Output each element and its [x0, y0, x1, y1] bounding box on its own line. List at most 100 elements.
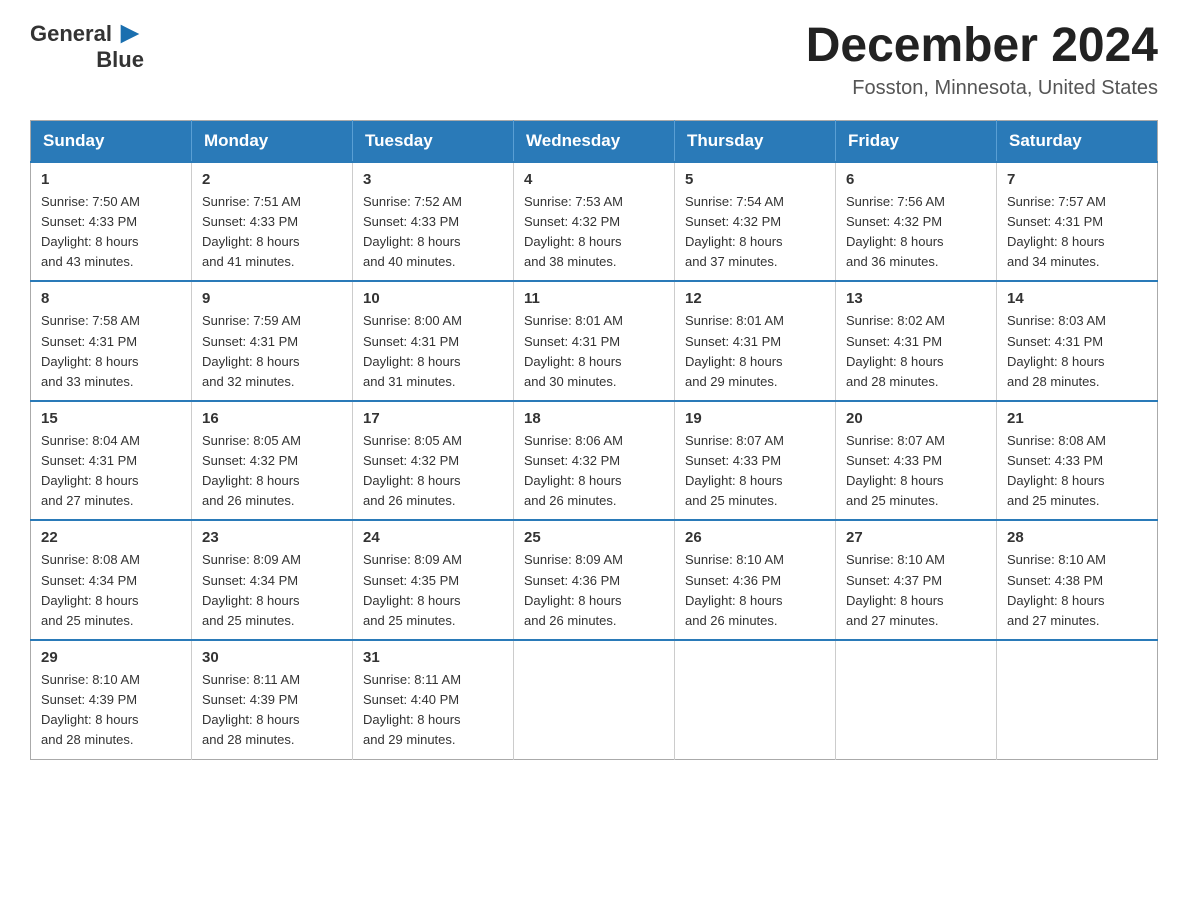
day-info: Sunrise: 7:58 AMSunset: 4:31 PMDaylight:… [41, 311, 181, 392]
day-info: Sunrise: 8:07 AMSunset: 4:33 PMDaylight:… [846, 431, 986, 512]
day-info: Sunrise: 8:06 AMSunset: 4:32 PMDaylight:… [524, 431, 664, 512]
day-info: Sunrise: 8:08 AMSunset: 4:33 PMDaylight:… [1007, 431, 1147, 512]
header-tuesday: Tuesday [353, 120, 514, 162]
day-number: 24 [363, 529, 503, 546]
day-info: Sunrise: 8:07 AMSunset: 4:33 PMDaylight:… [685, 431, 825, 512]
calendar-day-cell: 23 Sunrise: 8:09 AMSunset: 4:34 PMDaylig… [192, 520, 353, 640]
calendar-day-cell: 25 Sunrise: 8:09 AMSunset: 4:36 PMDaylig… [514, 520, 675, 640]
day-number: 11 [524, 290, 664, 307]
calendar-day-cell: 18 Sunrise: 8:06 AMSunset: 4:32 PMDaylig… [514, 401, 675, 521]
header-monday: Monday [192, 120, 353, 162]
calendar-day-cell: 26 Sunrise: 8:10 AMSunset: 4:36 PMDaylig… [675, 520, 836, 640]
day-number: 3 [363, 171, 503, 188]
calendar-day-cell: 6 Sunrise: 7:56 AMSunset: 4:32 PMDayligh… [836, 162, 997, 282]
day-info: Sunrise: 8:09 AMSunset: 4:35 PMDaylight:… [363, 550, 503, 631]
calendar-day-cell: 22 Sunrise: 8:08 AMSunset: 4:34 PMDaylig… [31, 520, 192, 640]
day-number: 14 [1007, 290, 1147, 307]
day-number: 16 [202, 410, 342, 427]
day-number: 15 [41, 410, 181, 427]
calendar-day-cell: 13 Sunrise: 8:02 AMSunset: 4:31 PMDaylig… [836, 281, 997, 401]
weekday-header-row: Sunday Monday Tuesday Wednesday Thursday… [31, 120, 1158, 162]
day-number: 27 [846, 529, 986, 546]
day-info: Sunrise: 8:04 AMSunset: 4:31 PMDaylight:… [41, 431, 181, 512]
day-info: Sunrise: 8:11 AMSunset: 4:40 PMDaylight:… [363, 670, 503, 751]
calendar-week-row: 1 Sunrise: 7:50 AMSunset: 4:33 PMDayligh… [31, 162, 1158, 282]
day-info: Sunrise: 7:59 AMSunset: 4:31 PMDaylight:… [202, 311, 342, 392]
calendar-day-cell: 29 Sunrise: 8:10 AMSunset: 4:39 PMDaylig… [31, 640, 192, 759]
day-info: Sunrise: 7:57 AMSunset: 4:31 PMDaylight:… [1007, 192, 1147, 273]
day-info: Sunrise: 8:08 AMSunset: 4:34 PMDaylight:… [41, 550, 181, 631]
day-info: Sunrise: 8:02 AMSunset: 4:31 PMDaylight:… [846, 311, 986, 392]
calendar-day-cell: 7 Sunrise: 7:57 AMSunset: 4:31 PMDayligh… [997, 162, 1158, 282]
day-number: 2 [202, 171, 342, 188]
calendar-day-cell: 14 Sunrise: 8:03 AMSunset: 4:31 PMDaylig… [997, 281, 1158, 401]
calendar-day-cell [836, 640, 997, 759]
calendar-day-cell: 1 Sunrise: 7:50 AMSunset: 4:33 PMDayligh… [31, 162, 192, 282]
day-info: Sunrise: 8:11 AMSunset: 4:39 PMDaylight:… [202, 670, 342, 751]
calendar-day-cell: 11 Sunrise: 8:01 AMSunset: 4:31 PMDaylig… [514, 281, 675, 401]
calendar-day-cell: 9 Sunrise: 7:59 AMSunset: 4:31 PMDayligh… [192, 281, 353, 401]
day-info: Sunrise: 8:01 AMSunset: 4:31 PMDaylight:… [524, 311, 664, 392]
day-number: 21 [1007, 410, 1147, 427]
day-number: 10 [363, 290, 503, 307]
calendar-day-cell [514, 640, 675, 759]
day-number: 4 [524, 171, 664, 188]
calendar-day-cell: 12 Sunrise: 8:01 AMSunset: 4:31 PMDaylig… [675, 281, 836, 401]
calendar-day-cell: 2 Sunrise: 7:51 AMSunset: 4:33 PMDayligh… [192, 162, 353, 282]
day-number: 8 [41, 290, 181, 307]
calendar-week-row: 29 Sunrise: 8:10 AMSunset: 4:39 PMDaylig… [31, 640, 1158, 759]
calendar-day-cell: 20 Sunrise: 8:07 AMSunset: 4:33 PMDaylig… [836, 401, 997, 521]
calendar-day-cell: 24 Sunrise: 8:09 AMSunset: 4:35 PMDaylig… [353, 520, 514, 640]
calendar-day-cell: 27 Sunrise: 8:10 AMSunset: 4:37 PMDaylig… [836, 520, 997, 640]
day-number: 28 [1007, 529, 1147, 546]
day-number: 13 [846, 290, 986, 307]
day-number: 22 [41, 529, 181, 546]
calendar-day-cell: 10 Sunrise: 8:00 AMSunset: 4:31 PMDaylig… [353, 281, 514, 401]
calendar-day-cell: 5 Sunrise: 7:54 AMSunset: 4:32 PMDayligh… [675, 162, 836, 282]
day-info: Sunrise: 8:00 AMSunset: 4:31 PMDaylight:… [363, 311, 503, 392]
day-number: 17 [363, 410, 503, 427]
day-number: 1 [41, 171, 181, 188]
logo-general: General [30, 22, 112, 46]
calendar-day-cell: 8 Sunrise: 7:58 AMSunset: 4:31 PMDayligh… [31, 281, 192, 401]
day-info: Sunrise: 7:53 AMSunset: 4:32 PMDaylight:… [524, 192, 664, 273]
page-header: General Blue December 2024 Fosston, Minn… [30, 20, 1158, 100]
calendar-day-cell [997, 640, 1158, 759]
day-info: Sunrise: 8:10 AMSunset: 4:39 PMDaylight:… [41, 670, 181, 751]
day-number: 7 [1007, 171, 1147, 188]
calendar-day-cell: 30 Sunrise: 8:11 AMSunset: 4:39 PMDaylig… [192, 640, 353, 759]
day-info: Sunrise: 8:05 AMSunset: 4:32 PMDaylight:… [363, 431, 503, 512]
day-number: 26 [685, 529, 825, 546]
day-info: Sunrise: 7:50 AMSunset: 4:33 PMDaylight:… [41, 192, 181, 273]
header-saturday: Saturday [997, 120, 1158, 162]
calendar-week-row: 22 Sunrise: 8:08 AMSunset: 4:34 PMDaylig… [31, 520, 1158, 640]
day-info: Sunrise: 8:09 AMSunset: 4:36 PMDaylight:… [524, 550, 664, 631]
day-info: Sunrise: 8:05 AMSunset: 4:32 PMDaylight:… [202, 431, 342, 512]
header-thursday: Thursday [675, 120, 836, 162]
day-number: 19 [685, 410, 825, 427]
day-number: 12 [685, 290, 825, 307]
calendar-day-cell: 31 Sunrise: 8:11 AMSunset: 4:40 PMDaylig… [353, 640, 514, 759]
logo: General Blue [30, 20, 144, 72]
day-number: 31 [363, 649, 503, 666]
day-info: Sunrise: 7:52 AMSunset: 4:33 PMDaylight:… [363, 192, 503, 273]
day-info: Sunrise: 7:54 AMSunset: 4:32 PMDaylight:… [685, 192, 825, 273]
day-info: Sunrise: 7:51 AMSunset: 4:33 PMDaylight:… [202, 192, 342, 273]
calendar-title: December 2024 [806, 20, 1158, 73]
header-friday: Friday [836, 120, 997, 162]
day-info: Sunrise: 8:09 AMSunset: 4:34 PMDaylight:… [202, 550, 342, 631]
calendar-subtitle: Fosston, Minnesota, United States [806, 77, 1158, 100]
day-number: 20 [846, 410, 986, 427]
day-number: 6 [846, 171, 986, 188]
calendar-day-cell: 28 Sunrise: 8:10 AMSunset: 4:38 PMDaylig… [997, 520, 1158, 640]
day-info: Sunrise: 7:56 AMSunset: 4:32 PMDaylight:… [846, 192, 986, 273]
calendar-day-cell: 17 Sunrise: 8:05 AMSunset: 4:32 PMDaylig… [353, 401, 514, 521]
day-info: Sunrise: 8:10 AMSunset: 4:37 PMDaylight:… [846, 550, 986, 631]
logo-arrow-icon [116, 20, 144, 48]
calendar-day-cell: 19 Sunrise: 8:07 AMSunset: 4:33 PMDaylig… [675, 401, 836, 521]
day-number: 30 [202, 649, 342, 666]
day-number: 9 [202, 290, 342, 307]
calendar-day-cell: 16 Sunrise: 8:05 AMSunset: 4:32 PMDaylig… [192, 401, 353, 521]
calendar-day-cell: 3 Sunrise: 7:52 AMSunset: 4:33 PMDayligh… [353, 162, 514, 282]
calendar-day-cell: 15 Sunrise: 8:04 AMSunset: 4:31 PMDaylig… [31, 401, 192, 521]
